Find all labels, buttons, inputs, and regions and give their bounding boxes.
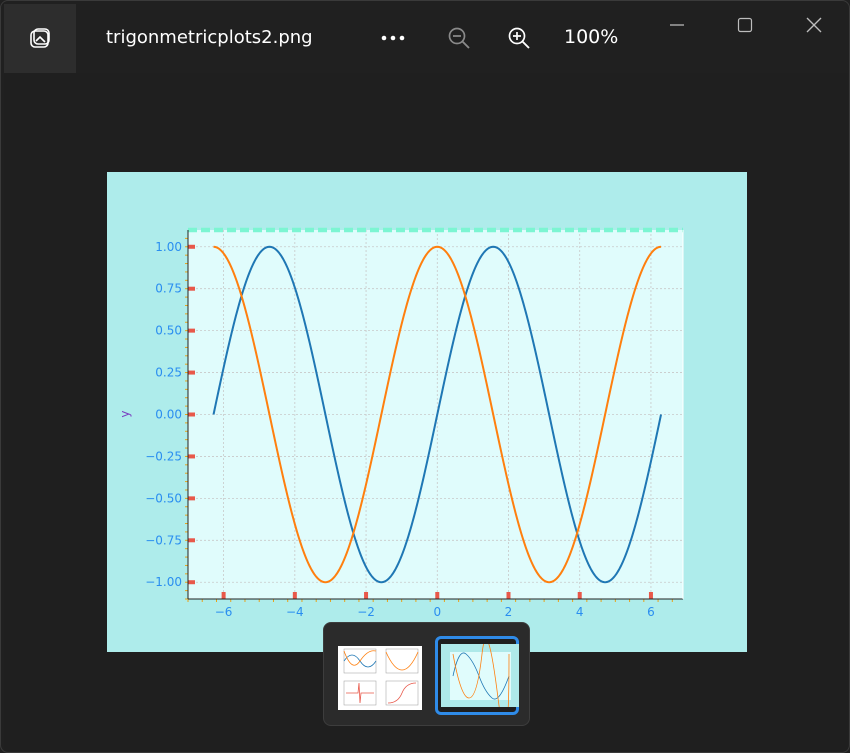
thumbnail-1-preview	[338, 646, 422, 710]
zoom-out-button[interactable]	[443, 23, 475, 53]
x-tick-label: −6	[215, 605, 233, 619]
minimize-icon	[670, 24, 684, 26]
x-major-tick	[364, 592, 369, 599]
y-tick-label: 0.25	[155, 366, 182, 380]
more-options-button[interactable]	[373, 23, 413, 53]
y-tick-label: −1.00	[145, 575, 182, 589]
zoom-in-button[interactable]	[503, 23, 535, 53]
x-major-tick	[506, 592, 511, 599]
y-tick-label: −0.75	[145, 533, 182, 547]
y-axis-label: y	[118, 410, 132, 417]
y-tick-label: 0.50	[155, 324, 182, 338]
x-tick-label: 6	[647, 605, 655, 619]
maximize-button[interactable]	[729, 11, 761, 39]
thumbnail-1[interactable]	[338, 646, 422, 710]
y-major-tick	[188, 286, 195, 291]
y-major-tick	[188, 580, 195, 585]
zoom-out-icon	[448, 27, 470, 49]
app-icon-button[interactable]	[4, 4, 76, 73]
y-tick-label: −0.25	[145, 449, 182, 463]
y-major-tick	[188, 412, 195, 417]
thumbnail-2[interactable]	[435, 636, 519, 734]
minimize-button[interactable]	[661, 11, 693, 39]
photos-window: trigonmetricplots2.png 100% −6 −4 −2 0 2…	[0, 0, 850, 753]
y-tick-label: 0.00	[155, 408, 182, 422]
x-tick-label: 4	[576, 605, 584, 619]
y-major-tick	[188, 538, 195, 543]
thumbnail-2-chart	[441, 639, 519, 734]
x-tick-label: −2	[357, 605, 375, 619]
close-icon	[806, 17, 822, 33]
zoom-in-icon	[508, 27, 530, 49]
zoom-level[interactable]: 100%	[564, 26, 618, 48]
x-tick-label: 0	[433, 605, 441, 619]
x-tick-label: 2	[505, 605, 513, 619]
y-tick-label: 0.75	[155, 282, 182, 296]
y-major-tick	[188, 328, 195, 333]
x-major-tick	[648, 592, 653, 599]
x-major-tick	[221, 592, 226, 599]
y-tick-label: 1.00	[155, 240, 182, 254]
y-major-tick	[188, 454, 195, 459]
close-button[interactable]	[798, 11, 830, 39]
displayed-image-chart: −6 −4 −2 0 2 4 6 1.00 0.75 0.50 0.25 0.00 −0.25 −0.50…	[107, 172, 747, 652]
more-options-icon	[381, 35, 405, 41]
maximize-icon	[737, 17, 753, 33]
x-tick-label: −4	[286, 605, 304, 619]
y-major-tick	[188, 370, 195, 375]
filmstrip	[323, 622, 530, 734]
x-major-tick	[292, 592, 297, 599]
x-major-tick	[577, 592, 582, 599]
y-major-tick	[188, 496, 195, 501]
y-major-tick	[188, 244, 195, 249]
photos-app-icon	[30, 27, 50, 48]
title-bar: trigonmetricplots2.png 100%	[1, 1, 849, 73]
x-major-tick	[435, 592, 440, 599]
y-tick-label: −0.50	[145, 491, 182, 505]
file-name: trigonmetricplots2.png	[106, 27, 313, 48]
thumbnail-2-preview	[441, 639, 519, 734]
